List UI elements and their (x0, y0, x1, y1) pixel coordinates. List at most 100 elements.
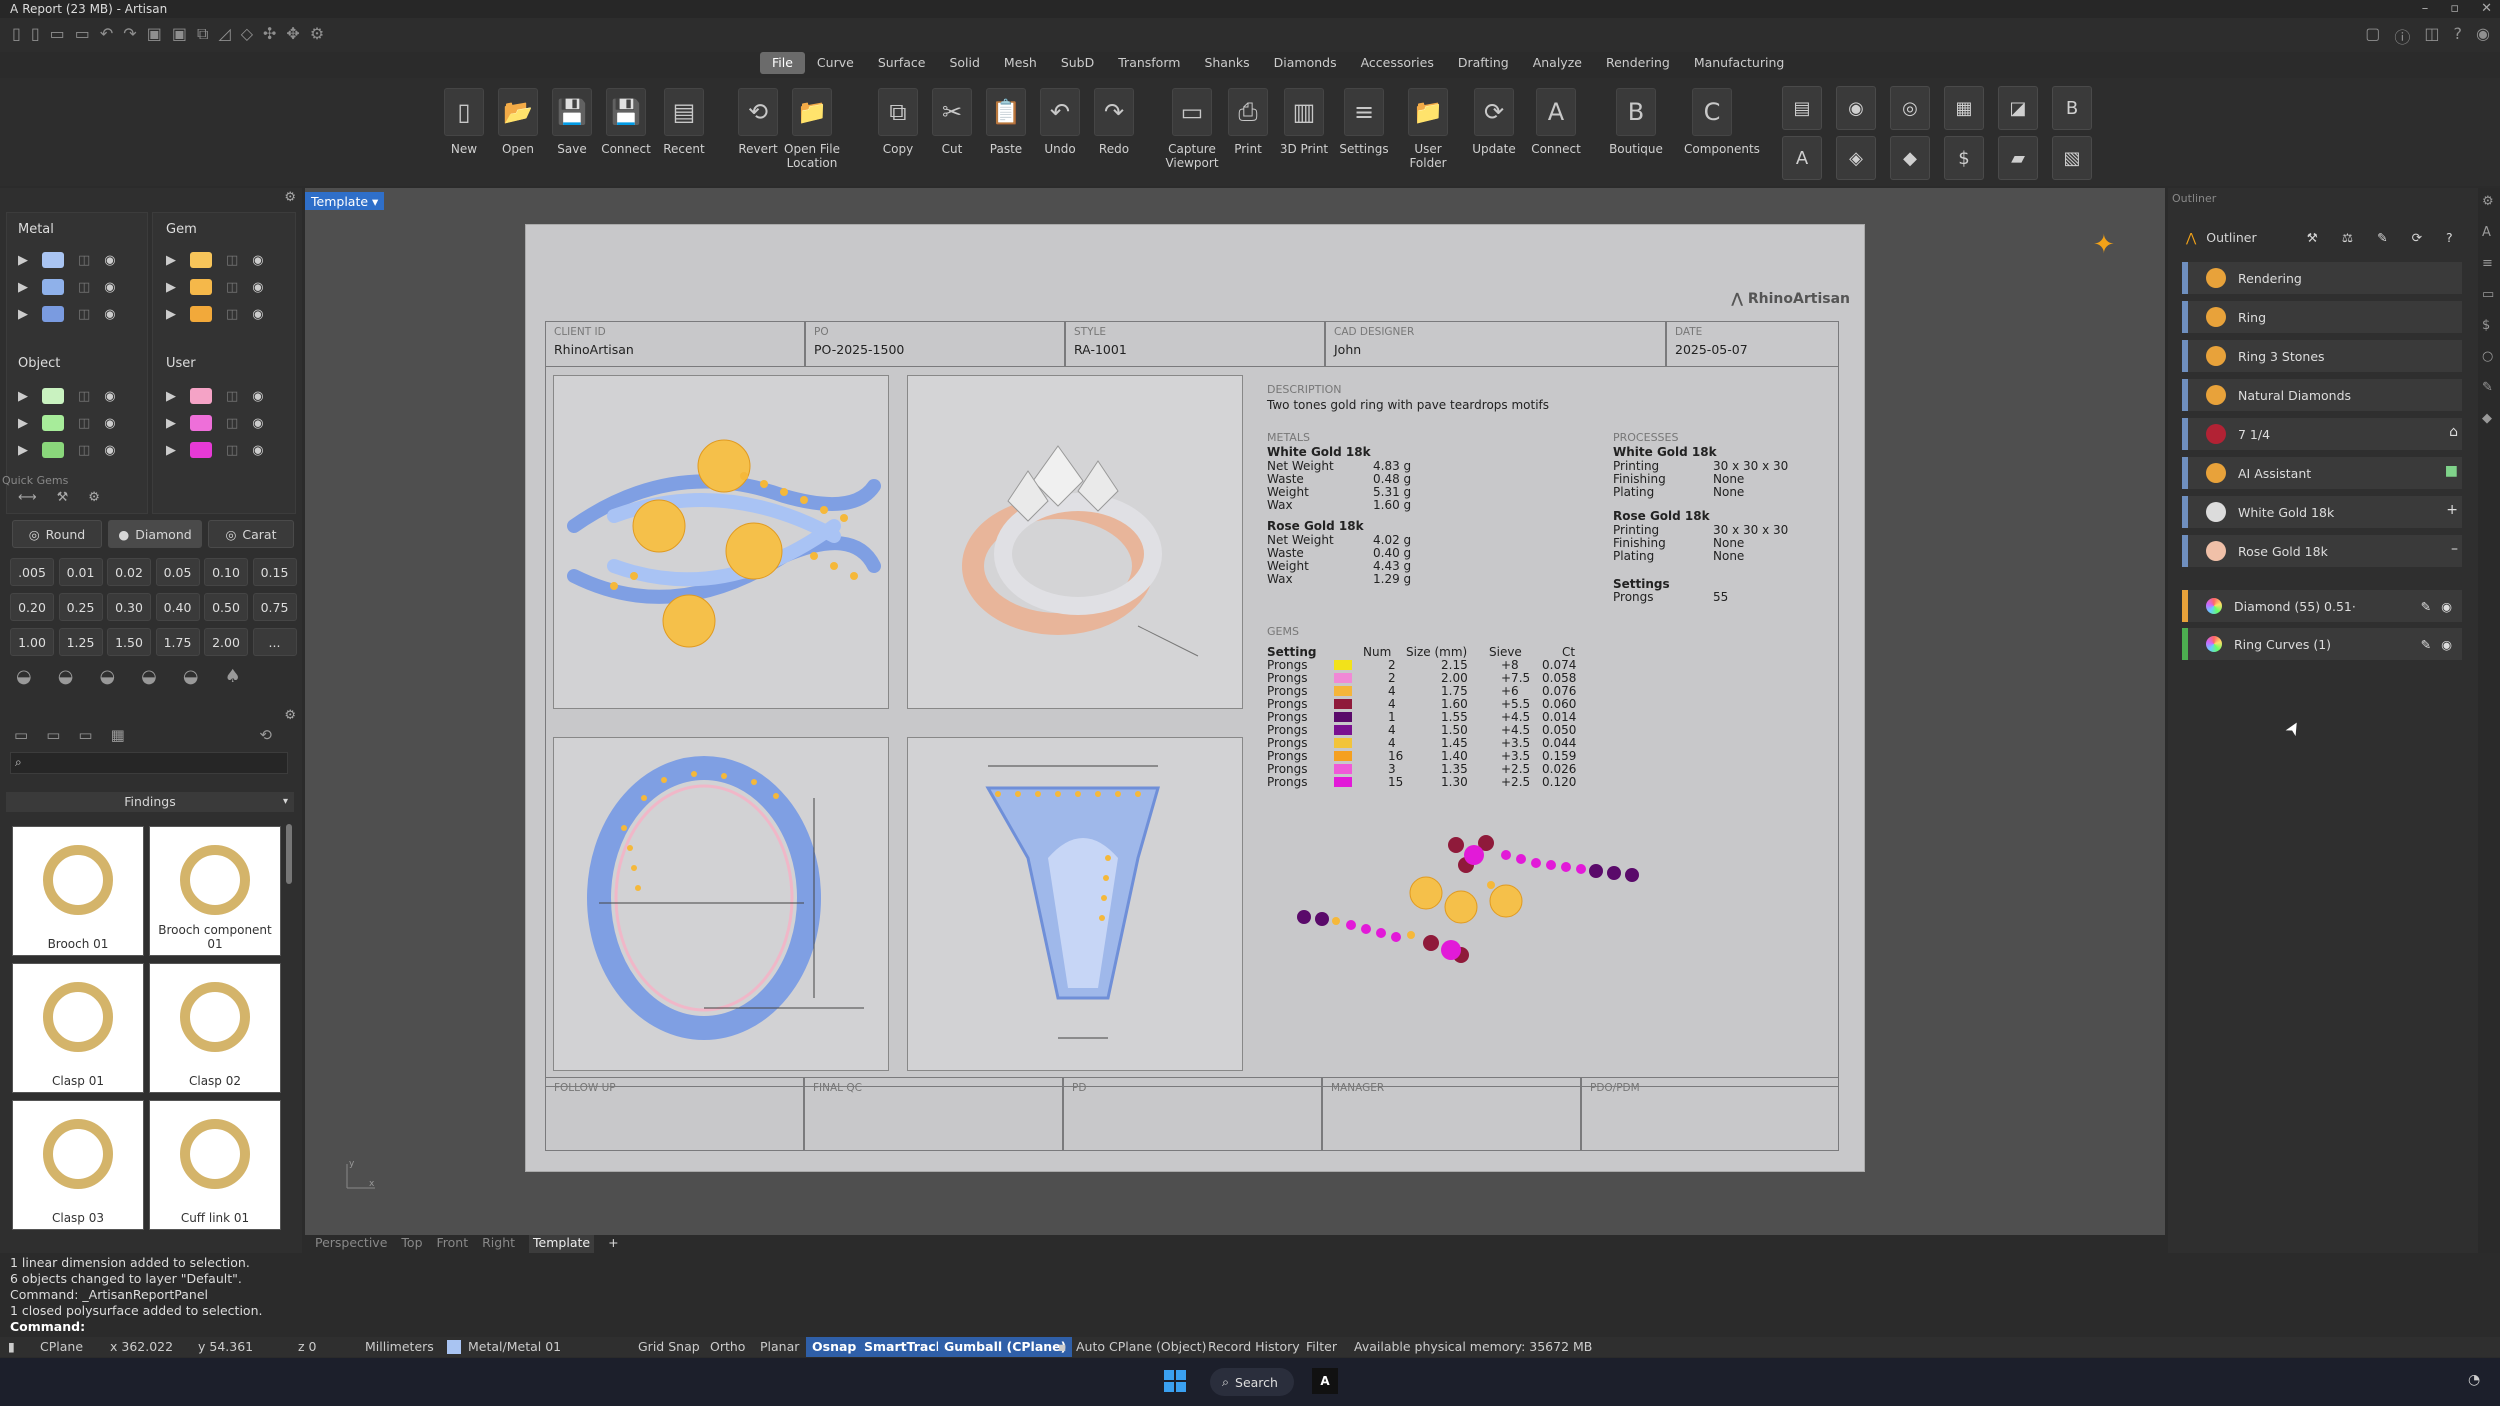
finding-item[interactable]: Clasp 01 (12, 963, 144, 1093)
layer-row-object[interactable]: ▶ ◫ ◉ (18, 442, 116, 458)
render-icon[interactable]: ◉ (1836, 86, 1876, 130)
strip-circle-icon[interactable]: ○ (2482, 349, 2496, 364)
eye-icon[interactable]: ◉ (104, 253, 115, 268)
tab-diamonds[interactable]: Diamonds (1262, 52, 1349, 74)
layer-row-metal[interactable]: ▶ ◫ ◉ (18, 306, 116, 322)
refresh-icon[interactable]: ⟳ (2412, 230, 2422, 245)
gem-size-button[interactable]: 0.02 (107, 558, 151, 586)
cut-cushion-icon[interactable]: ◒ (99, 666, 115, 687)
pointer-icon[interactable]: ⟷ (18, 490, 37, 505)
gumball-icon[interactable]: ✥ (286, 24, 299, 46)
edit-icon[interactable]: ✎ (2421, 599, 2431, 614)
wand-icon[interactable]: ⚒ (2307, 230, 2318, 245)
gem-icon[interactable]: ◇ (241, 24, 253, 46)
close-icon[interactable]: ✕ (2481, 1, 2492, 16)
ribbon-paste-button[interactable]: 📋 Paste (978, 88, 1034, 156)
start-icon[interactable] (1164, 1370, 1186, 1392)
open-folder-icon[interactable]: ▭ (75, 24, 90, 46)
gem-size-button[interactable]: 1.50 (107, 628, 151, 656)
layer-color-swatch[interactable] (42, 415, 64, 431)
balance-icon[interactable]: ⚖ (2342, 230, 2353, 245)
view-tab-template[interactable]: Template (529, 1235, 595, 1255)
taskbar-search[interactable]: ⌕ Search (1210, 1368, 1294, 1396)
units-status[interactable]: Millimeters (365, 1339, 434, 1354)
eye-icon[interactable]: ◉ (104, 389, 115, 404)
shield-icon[interactable]: ◆ (1890, 136, 1930, 180)
library-grid-icon[interactable]: ▦ (111, 726, 125, 744)
outliner-object[interactable]: Ring Curves (1) ✎ ◉ (2182, 628, 2462, 660)
status-menu-icon[interactable]: ▮ (8, 1339, 15, 1354)
strip-gem-icon[interactable]: ◆ (2482, 411, 2496, 426)
gem-size-button[interactable]: 0.30 (107, 593, 151, 621)
ribbon-redo-button[interactable]: ↷ Redo (1086, 88, 1142, 156)
copy-icon[interactable]: ⧉ (197, 24, 208, 46)
layer-row-object[interactable]: ▶ ◫ ◉ (18, 388, 116, 404)
gem-size-button[interactable]: 1.75 (155, 628, 200, 656)
finding-item[interactable]: Brooch component 01 (149, 826, 281, 956)
strip-pen-icon[interactable]: ✎ (2482, 380, 2496, 395)
eye-icon[interactable]: ◉ (252, 280, 263, 295)
lock-icon[interactable]: ◫ (78, 280, 90, 295)
maximize-icon[interactable]: ▫ (2450, 1, 2459, 16)
cube-icon[interactable]: ◫ (2424, 24, 2439, 48)
layer-row-gem[interactable]: ▶ ◫ ◉ (166, 252, 264, 268)
smarttrack-toggle[interactable]: SmartTrack (858, 1337, 951, 1357)
play-icon[interactable]: ▶ (166, 389, 176, 404)
layer-row-user[interactable]: ▶ ◫ ◉ (166, 415, 264, 431)
gem-size-button[interactable]: 0.15 (252, 558, 297, 586)
help-icon[interactable]: ? (2446, 230, 2453, 245)
command-line[interactable]: Command: (0, 1319, 2480, 1335)
open-icon[interactable]: ▭ (50, 24, 65, 46)
record-history-toggle[interactable]: Record History (1208, 1339, 1300, 1354)
artisan-app-icon[interactable]: A (1312, 1368, 1338, 1394)
ribbon-boutique-button[interactable]: B Boutique (1608, 88, 1664, 156)
chart-icon[interactable]: ◪ (1998, 86, 2038, 130)
finding-item[interactable]: Cuff link 01 (149, 1100, 281, 1230)
panel-settings-icon[interactable]: ⚙ (284, 190, 296, 205)
library-refresh-icon[interactable]: ⟲ (259, 726, 272, 744)
eye-icon[interactable]: ◉ (104, 443, 115, 458)
findings-dropdown[interactable]: Findings ▾ (6, 792, 294, 812)
play-icon[interactable]: ▶ (166, 307, 176, 322)
layer-row-object[interactable]: ▶ ◫ ◉ (18, 415, 116, 431)
library-settings-icon[interactable]: ⚙ (284, 708, 296, 723)
cut-marquise-icon[interactable]: ♠ (225, 666, 241, 687)
save-icon[interactable]: ▣ (147, 24, 162, 46)
undo-icon[interactable]: ↶ (100, 24, 113, 46)
strip-pin-icon[interactable]: A (2482, 225, 2496, 240)
ribbon-components-button[interactable]: C Components (1684, 88, 1760, 156)
play-icon[interactable]: ▶ (18, 253, 28, 268)
outliner-item[interactable]: AI Assistant (2182, 457, 2462, 489)
settings-icon[interactable]: ⚙ (310, 24, 324, 46)
layer-row-gem[interactable]: ▶ ◫ ◉ (166, 279, 264, 295)
artisan-icon[interactable]: A (1782, 136, 1822, 180)
ribbon-open-button[interactable]: 📂 Open (490, 88, 546, 156)
layer-color-swatch[interactable] (190, 306, 212, 322)
play-icon[interactable]: ▶ (18, 280, 28, 295)
ribbon-recent-button[interactable]: ▤ Recent (656, 88, 712, 156)
dimension-icon[interactable]: ◿ (218, 24, 230, 46)
eye-icon[interactable]: ◉ (2441, 637, 2452, 652)
new-file-icon[interactable]: ▯ (12, 24, 21, 46)
gem-size-button[interactable]: 2.00 (204, 628, 248, 656)
layer-color-swatch[interactable] (42, 388, 64, 404)
tab-curve[interactable]: Curve (805, 52, 866, 74)
outliner-item[interactable]: White Gold 18k (2182, 496, 2462, 528)
gem-size-button[interactable]: 0.05 (155, 558, 200, 586)
gem-settings-icon[interactable]: ⚙ (88, 490, 100, 505)
tab-manufacturing[interactable]: Manufacturing (1682, 52, 1797, 74)
ribbon-cut-button[interactable]: ✂ Cut (924, 88, 980, 156)
outliner-item[interactable]: Rose Gold 18k (2182, 535, 2462, 567)
ribbon-print-button[interactable]: ⎙ Print (1220, 88, 1276, 156)
remove-icon[interactable]: – (2451, 541, 2458, 557)
cplane-status[interactable]: CPlane (40, 1339, 83, 1354)
gem-size-button[interactable]: 0.01 (58, 558, 103, 586)
cut-pear-icon[interactable]: ◒ (141, 666, 157, 687)
layer-row-gem[interactable]: ▶ ◫ ◉ (166, 306, 264, 322)
lock-icon[interactable]: ▪ (1058, 1339, 1066, 1354)
lock-icon[interactable]: ◫ (78, 307, 90, 322)
play-icon[interactable]: ▶ (166, 280, 176, 295)
eye-icon[interactable]: ◉ (252, 443, 263, 458)
outliner-object[interactable]: Diamond (55) 0.51· ✎ ◉ (2182, 590, 2462, 622)
gem-size-button[interactable]: 0.40 (155, 593, 200, 621)
